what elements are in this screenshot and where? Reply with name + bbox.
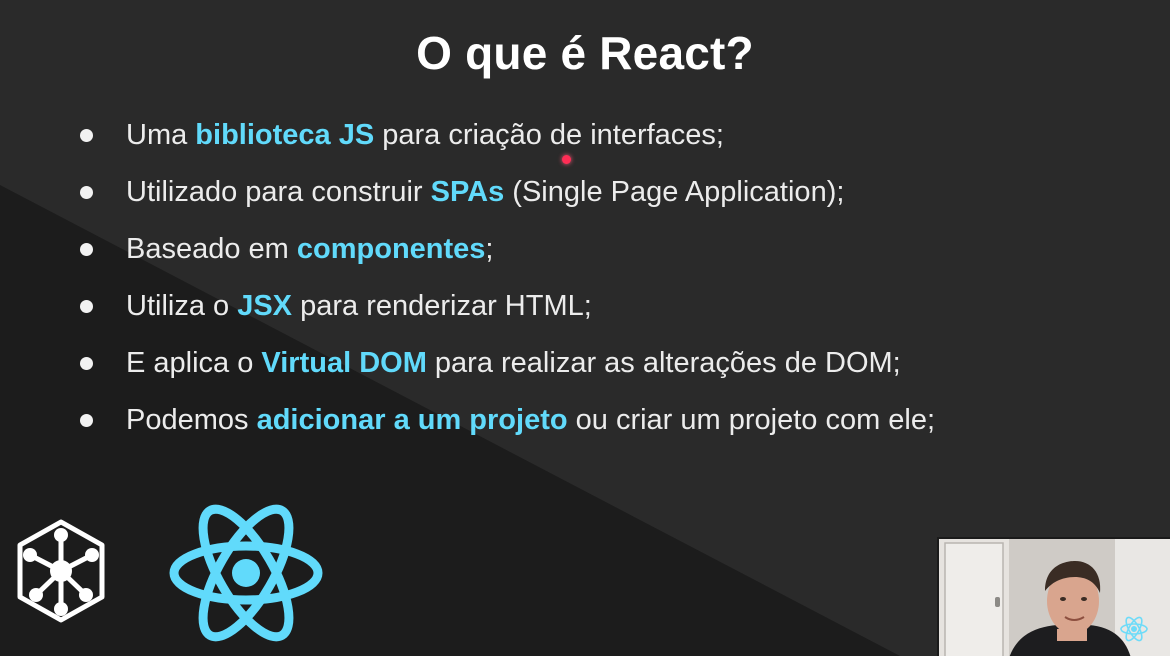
bullet-text-pre: Utiliza o [126,290,238,322]
bullet-text-post: ou criar um projeto com ele; [567,404,936,436]
presentation-slide: O que é React? Uma biblioteca JS para cr… [0,0,1170,656]
bullet-item: E aplica o Virtual DOM para realizar as … [76,340,935,397]
bullet-text-highlight: adicionar a um projeto [256,404,568,436]
bullet-text-highlight: biblioteca JS [195,119,375,151]
bullet-text-highlight: componentes [296,233,486,265]
bullet-text-post: (Single Page Application); [504,176,845,208]
bullet-text-post: ; [485,233,494,265]
bullet-dot-icon [80,186,93,199]
bullet-dot-icon [80,414,93,427]
presenter-video-icon [939,539,1170,656]
bullet-text-pre: Podemos [126,404,257,436]
bullet-dot-icon [80,243,93,256]
bullet-text-highlight: SPAs [430,176,505,208]
bullet-text-post: para renderizar HTML; [292,290,592,322]
bullet-text-pre: Uma [126,119,196,151]
slide-title: O que é React? [416,27,754,79]
bullet-item: Utilizado para construir SPAs (Single Pa… [76,169,935,226]
cube-network-icon [17,519,105,623]
bullet-text-post: para realizar as alterações de DOM; [426,347,901,379]
bullet-item: Podemos adicionar a um projeto ou criar … [76,397,935,454]
bullet-item: Baseado em componentes; [76,226,935,283]
bullet-list: Uma biblioteca JS para criação de interf… [76,112,935,454]
bullet-text-highlight: JSX [237,290,293,322]
bullet-dot-icon [80,357,93,370]
bullet-text-pre: Utilizado para construir [126,176,431,208]
bullet-text-pre: Baseado em [126,233,297,265]
webcam-video-overlay [937,537,1170,656]
bullet-text-pre: E aplica o [126,347,262,379]
bullet-item: Uma biblioteca JS para criação de interf… [76,112,935,169]
react-atom-icon [169,504,323,642]
bullet-dot-icon [80,300,93,313]
bullet-dot-icon [80,129,93,142]
bullet-text-post: para criação de interfaces; [374,119,724,151]
laser-pointer-dot [562,155,571,164]
bullet-text-highlight: Virtual DOM [261,347,427,379]
bullet-item: Utiliza o JSX para renderizar HTML; [76,283,935,340]
